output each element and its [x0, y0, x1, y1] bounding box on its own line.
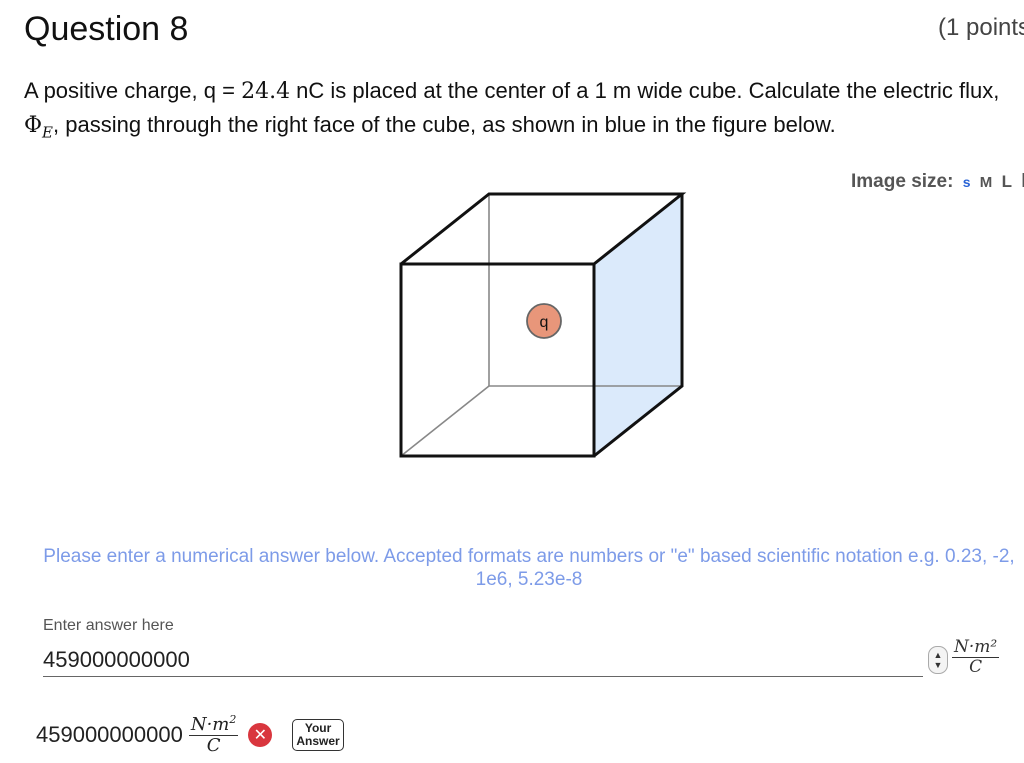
question-page: Question 8 (1 points) A positive charge,… [0, 0, 1024, 763]
image-size-medium[interactable]: M [980, 174, 993, 191]
number-stepper[interactable]: ▲ ▼ [928, 646, 948, 674]
image-size-small[interactable]: s [963, 174, 971, 190]
question-prompt: A positive charge, q = 24.4 nC is placed… [24, 74, 1024, 149]
your-answer-badge[interactable]: Your Answer [292, 719, 344, 751]
prompt-text-2: nC is placed at the center of a 1 m wide… [290, 78, 1000, 103]
cube-figure: q [399, 192, 687, 458]
image-size-control: Image size: s M L M [851, 170, 1024, 193]
image-size-large[interactable]: L [1002, 172, 1012, 191]
stepper-up-icon[interactable]: ▲ [934, 650, 943, 660]
answer-field-label: Enter answer here [43, 617, 174, 634]
question-title: Question 8 [24, 10, 189, 48]
answer-unit: N·m² C [952, 637, 1000, 677]
image-size-label: Image size: [851, 171, 954, 192]
charge-value: 24.4 [241, 79, 291, 104]
prompt-text-3: , passing through the right face of the … [53, 112, 836, 137]
answer-input[interactable] [43, 644, 923, 677]
charge-label: q [540, 314, 549, 331]
submitted-answer-value: 459000000000 [36, 722, 183, 747]
hidden-edge-diagonal [400, 385, 490, 457]
front-face [399, 262, 596, 458]
answer-instructions: Please enter a numerical answer below. A… [43, 546, 1015, 590]
stepper-down-icon[interactable]: ▼ [934, 660, 943, 670]
question-points: (1 points) [938, 14, 1024, 41]
incorrect-icon: ✕ [248, 723, 273, 747]
prompt-text-1: A positive charge, q = [24, 78, 242, 103]
submitted-answer-row: 459000000000 N·m2 C ✕ Your Answer [36, 712, 344, 758]
flux-symbol: ΦE [24, 113, 53, 142]
submitted-answer-unit: N·m2 C [188, 713, 239, 756]
right-face-shaded [594, 194, 682, 456]
